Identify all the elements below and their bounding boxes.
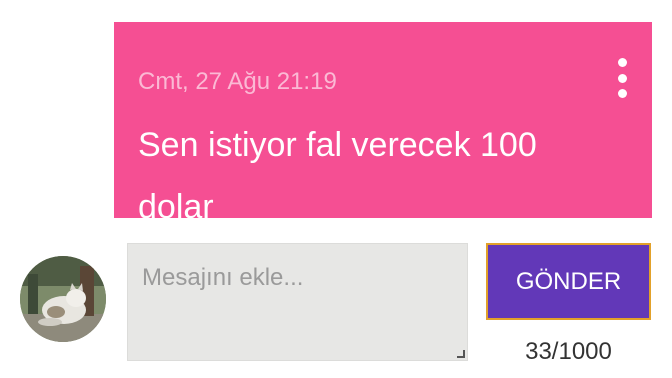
message-timestamp: Cmt, 27 Ağu 21:19 xyxy=(138,68,337,95)
avatar[interactable] xyxy=(20,256,106,342)
menu-dot xyxy=(617,58,627,67)
menu-dot xyxy=(617,89,627,98)
more-vertical-icon[interactable] xyxy=(612,58,632,98)
send-button[interactable]: GÖNDER xyxy=(486,243,651,320)
cat-photo-avatar xyxy=(20,256,106,342)
message-text: Sen istiyor fal verecek 100 dolar xyxy=(138,126,537,226)
resize-handle-icon[interactable] xyxy=(457,350,465,358)
chat-screen: Cmt, 27 Ağu 21:19 Sen istiyor fal verece… xyxy=(0,0,672,378)
message-bubble: Cmt, 27 Ağu 21:19 Sen istiyor fal verece… xyxy=(114,22,652,226)
message-input[interactable] xyxy=(128,244,467,360)
menu-dot xyxy=(617,73,627,83)
message-composer xyxy=(127,243,468,361)
character-counter: 33/1000 xyxy=(525,338,612,365)
